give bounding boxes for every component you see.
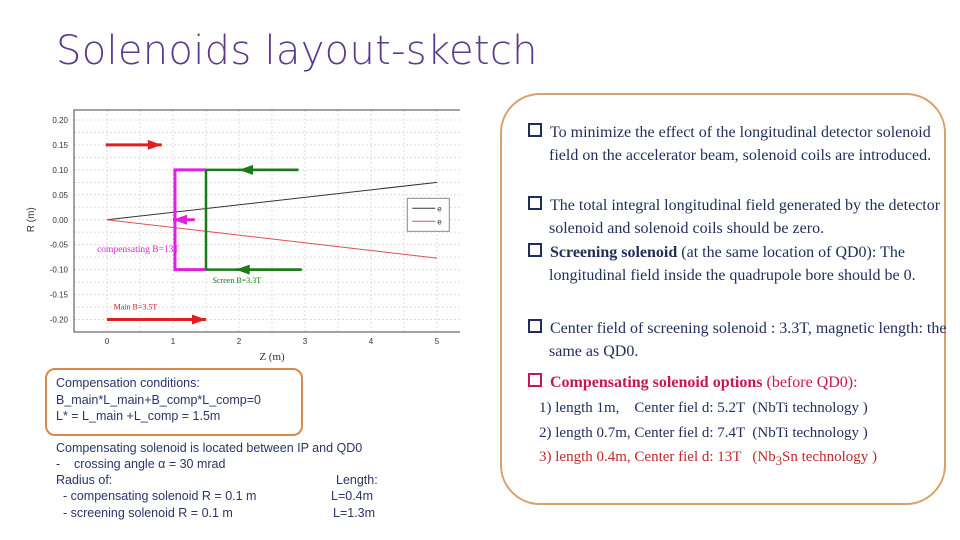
x-tick-label: 3 bbox=[303, 337, 308, 346]
x-tick-label: 5 bbox=[435, 337, 440, 346]
note-line: - crossing angle α = 30 mrad bbox=[56, 457, 226, 471]
x-tick-label: 2 bbox=[237, 337, 242, 346]
screen-label: Screen B=3.3T bbox=[213, 276, 262, 285]
option-item: 3) length 0.4m, Center fiel d: 13T (Nb3S… bbox=[539, 449, 878, 468]
main-field-arrow-head bbox=[192, 314, 206, 325]
y-tick-label: -0.10 bbox=[50, 266, 69, 275]
y-axis-label: R (m) bbox=[26, 207, 37, 232]
x-tick-label: 4 bbox=[369, 337, 374, 346]
x-axis-label: Z (m) bbox=[259, 351, 285, 363]
bullet-item: The total integral longitudinal field ge… bbox=[528, 194, 954, 240]
length-label: Length: bbox=[336, 473, 378, 487]
conditions-line: Compensation conditions: bbox=[56, 376, 200, 390]
y-tick-label: 0.15 bbox=[52, 141, 68, 150]
legend bbox=[406, 197, 450, 232]
conditions-line: L* = L_main +L_comp = 1.5m bbox=[56, 409, 221, 423]
checkbox-bullet-icon bbox=[528, 123, 542, 137]
checkbox-bullet-icon bbox=[528, 196, 542, 210]
note-line: - compensating solenoid R = 0.1 m bbox=[56, 489, 257, 503]
checkbox-bullet-icon bbox=[528, 373, 542, 387]
bullet-item: Center field of screening solenoid : 3.3… bbox=[528, 317, 954, 363]
legend-label: e bbox=[437, 217, 442, 226]
options-heading: Compensating solenoid options (before QD… bbox=[528, 371, 954, 394]
screen-arrow-head bbox=[239, 164, 253, 175]
bullet-item: To minimize the effect of the longitudin… bbox=[528, 121, 954, 167]
y-tick-label: 0.05 bbox=[52, 191, 68, 200]
x-tick-label: 0 bbox=[105, 337, 110, 346]
y-tick-label: 0.20 bbox=[52, 116, 68, 125]
slide-title: Solenoids layout-sketch bbox=[56, 28, 538, 74]
note-line: Radius of: bbox=[56, 473, 113, 487]
legend-label: e bbox=[437, 204, 442, 213]
y-tick-label: 0.00 bbox=[52, 216, 68, 225]
plot-frame bbox=[73, 109, 460, 333]
length-value: L=1.3m bbox=[333, 506, 376, 520]
length-value: L=0.4m bbox=[331, 489, 374, 503]
option-item: 2) length 0.7m, Center fiel d: 7.4T (NbT… bbox=[539, 425, 868, 441]
note-line: - screening solenoid R = 0.1 m bbox=[56, 506, 233, 520]
screen-arrow-head bbox=[235, 264, 250, 275]
option-item: 1) length 1m, Center fiel d: 5.2T (NbTi … bbox=[539, 400, 868, 416]
main-label: Main B=3.5T bbox=[114, 303, 158, 312]
y-tick-label: -0.15 bbox=[50, 291, 69, 300]
main-field-arrow-head bbox=[147, 139, 162, 150]
y-tick-label: -0.20 bbox=[50, 316, 69, 325]
compensating-label: compensating B=13T bbox=[97, 245, 179, 255]
bullet-item: Screening solenoid (at the same location… bbox=[528, 241, 954, 287]
conditions-line: B_main*L_main+B_comp*L_comp=0 bbox=[56, 393, 261, 407]
checkbox-bullet-icon bbox=[528, 319, 542, 333]
y-tick-label: -0.05 bbox=[50, 241, 69, 250]
checkbox-bullet-icon bbox=[528, 243, 542, 257]
note-line: Compensating solenoid is located between… bbox=[56, 441, 363, 455]
y-tick-label: 0.10 bbox=[52, 166, 68, 175]
x-tick-label: 1 bbox=[171, 337, 176, 346]
solenoid-layout-chart: 0 1 2 3 4 5 0.20 0.15 0.10 0.05 0.00 -0.05 -0.10 -0.1… bbox=[26, 109, 460, 363]
